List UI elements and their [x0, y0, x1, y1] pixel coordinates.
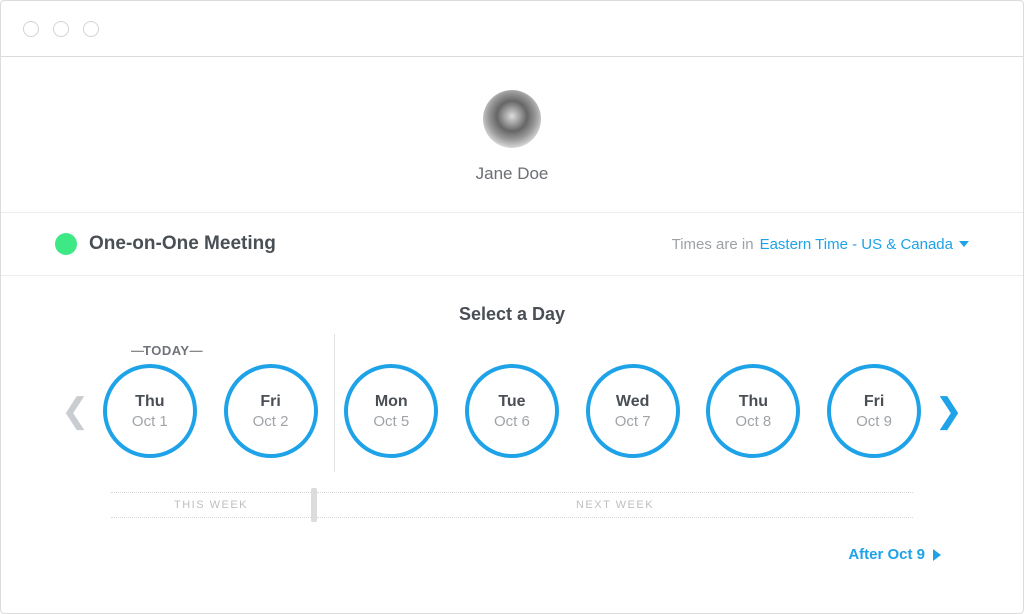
day-option[interactable]: Tue Oct 6 — [465, 364, 559, 458]
after-date-row: After Oct 9 — [1, 522, 1023, 563]
window-control-dot[interactable] — [23, 21, 39, 37]
timezone-prefix: Times are in — [672, 236, 754, 253]
day-option[interactable]: Fri Oct 9 — [827, 364, 921, 458]
next-arrow-icon[interactable]: ❯ — [935, 394, 964, 428]
timezone-selector[interactable]: Eastern Time - US & Canada — [760, 236, 969, 253]
day-date: Oct 6 — [494, 413, 530, 430]
this-week-label: THIS WEEK — [111, 492, 311, 518]
day-weekday: Thu — [135, 393, 164, 411]
week-divider-line — [334, 334, 335, 472]
days-inner: Thu Oct 1 Fri Oct 2 Mon Oct 5 Tue Oct 6 … — [90, 364, 935, 458]
triangle-right-icon — [933, 549, 941, 561]
day-selector-row: ❮ Thu Oct 1 Fri Oct 2 Mon Oct 5 Tue Oct … — [1, 364, 1023, 458]
day-weekday: Fri — [864, 393, 884, 411]
day-option[interactable]: Wed Oct 7 — [586, 364, 680, 458]
today-label: —TODAY— — [131, 343, 1023, 358]
day-weekday: Fri — [260, 393, 280, 411]
day-weekday: Wed — [616, 393, 649, 411]
day-weekday: Thu — [739, 393, 768, 411]
meeting-title: One-on-One Meeting — [89, 233, 276, 255]
after-date-link[interactable]: After Oct 9 — [848, 546, 941, 563]
day-date: Oct 2 — [253, 413, 289, 430]
day-date: Oct 5 — [373, 413, 409, 430]
window-control-dot[interactable] — [53, 21, 69, 37]
today-label-text: TODAY — [143, 343, 190, 358]
day-date: Oct 9 — [856, 413, 892, 430]
chevron-down-icon — [959, 241, 969, 247]
window-titlebar — [1, 1, 1023, 57]
avatar — [483, 90, 541, 148]
day-weekday: Mon — [375, 393, 408, 411]
browser-window: Jane Doe One-on-One Meeting Times are in… — [0, 0, 1024, 614]
profile-section: Jane Doe — [1, 58, 1023, 213]
profile-name: Jane Doe — [476, 164, 549, 184]
prev-arrow-icon[interactable]: ❮ — [61, 394, 90, 428]
day-option[interactable]: Thu Oct 1 — [103, 364, 197, 458]
meeting-title-group: One-on-One Meeting — [55, 233, 276, 255]
day-date: Oct 8 — [735, 413, 771, 430]
day-date: Oct 7 — [615, 413, 651, 430]
timezone-label: Eastern Time - US & Canada — [760, 236, 953, 253]
status-dot-icon — [55, 233, 77, 255]
window-control-dot[interactable] — [83, 21, 99, 37]
content-area: Jane Doe One-on-One Meeting Times are in… — [1, 57, 1023, 614]
day-option[interactable]: Fri Oct 2 — [224, 364, 318, 458]
after-date-text: After Oct 9 — [848, 546, 925, 563]
meeting-bar: One-on-One Meeting Times are in Eastern … — [1, 213, 1023, 276]
timezone-group: Times are in Eastern Time - US & Canada — [672, 236, 969, 253]
day-date: Oct 1 — [132, 413, 168, 430]
next-week-label: NEXT WEEK — [317, 492, 913, 518]
week-labels-bar: THIS WEEK NEXT WEEK — [1, 488, 1023, 522]
day-option[interactable]: Mon Oct 5 — [344, 364, 438, 458]
section-title: Select a Day — [1, 304, 1023, 325]
day-option[interactable]: Thu Oct 8 — [706, 364, 800, 458]
day-weekday: Tue — [498, 393, 525, 411]
